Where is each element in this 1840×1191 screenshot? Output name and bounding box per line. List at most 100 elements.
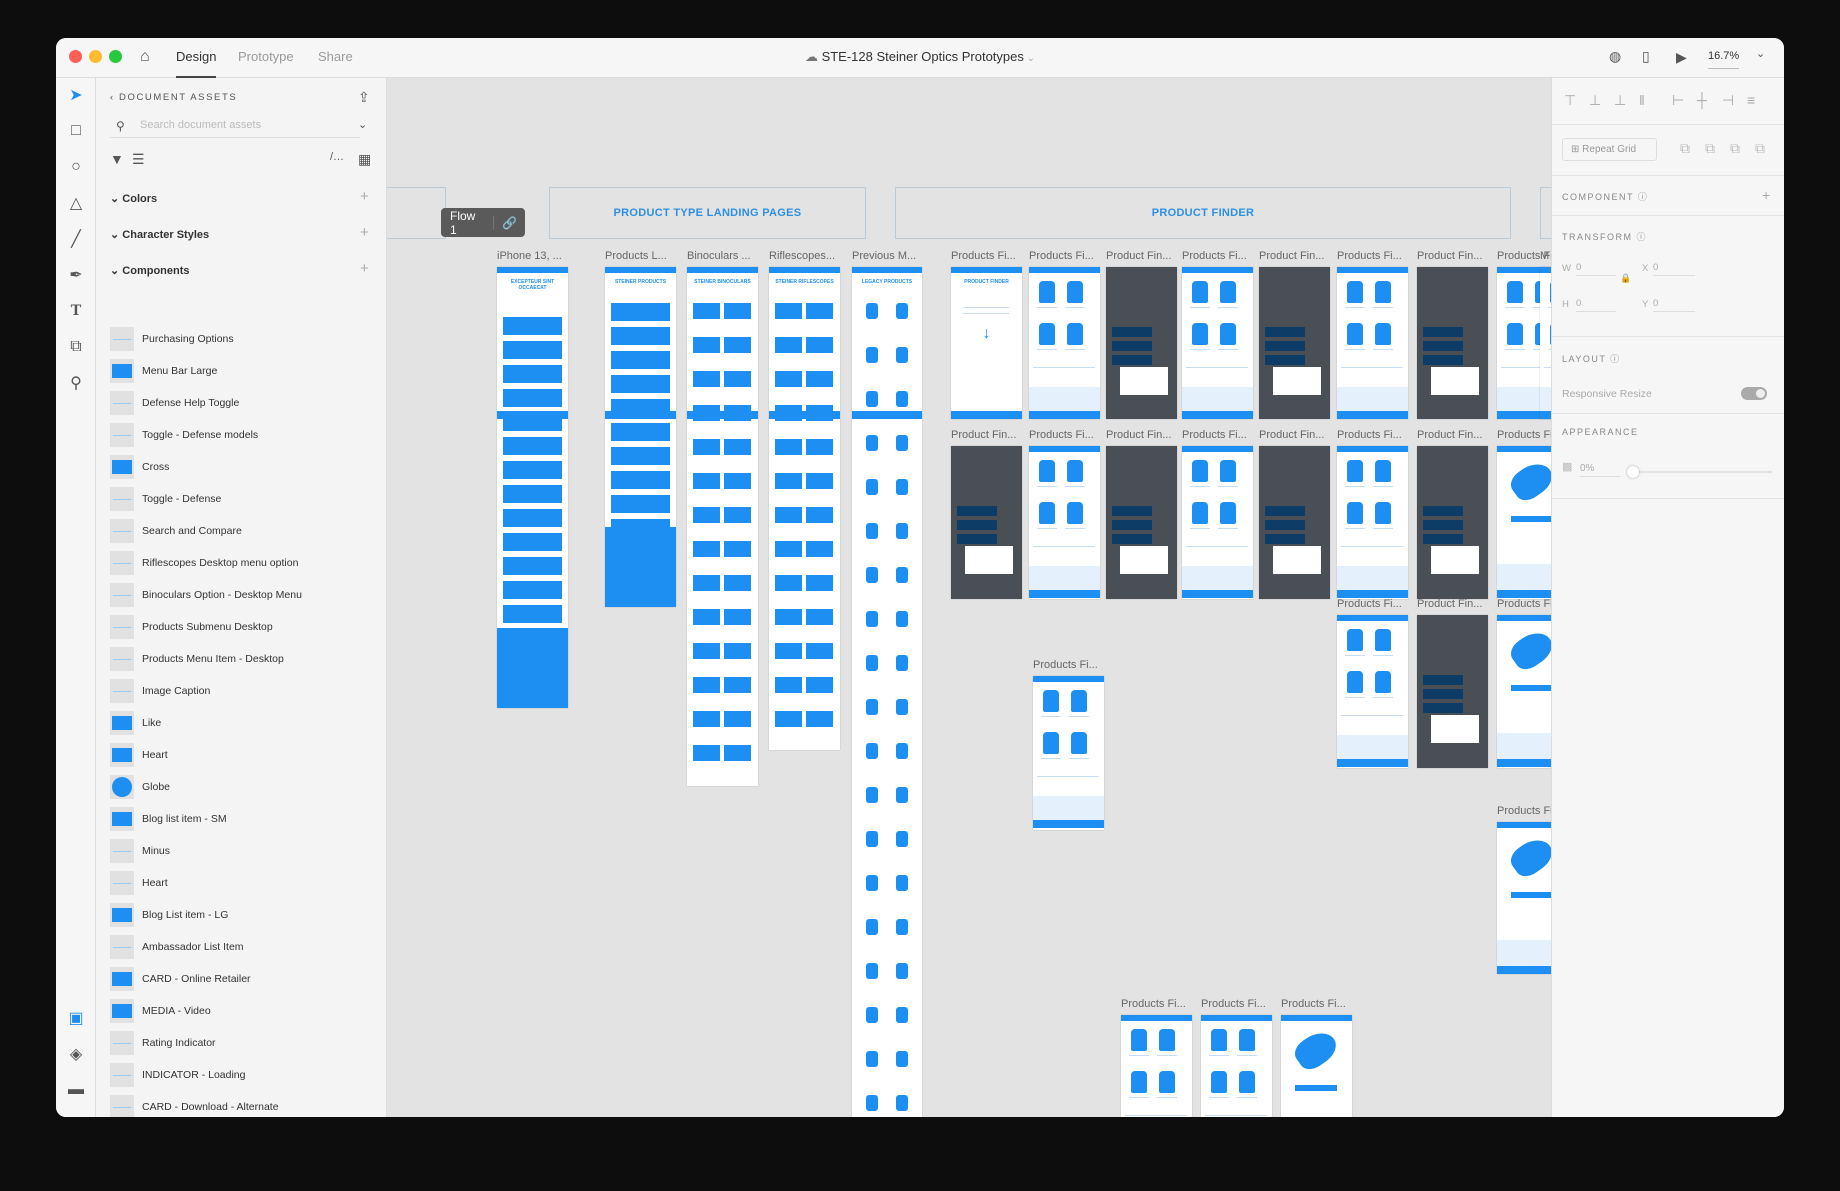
repeat-grid-button[interactable]: ⊞ Repeat Grid (1562, 138, 1657, 161)
grid-view-icon[interactable]: ▦ (358, 152, 371, 166)
artboard[interactable] (1029, 267, 1100, 419)
x-field[interactable]: 0 (1653, 262, 1695, 276)
export-icon[interactable]: ⇪ (358, 90, 370, 104)
zoom-level[interactable]: 16.7% (1708, 51, 1740, 69)
line-tool-icon[interactable]: ╱ (66, 229, 86, 249)
artboard[interactable] (1497, 615, 1551, 768)
artboard-label[interactable]: Product Fin... (1259, 429, 1324, 441)
component-item[interactable]: CARD - Download - Alternate (110, 1094, 370, 1117)
artboard[interactable] (1182, 267, 1253, 419)
artboard-label[interactable]: Products Fi... (1029, 429, 1094, 441)
group-product-finder[interactable]: PRODUCT FINDER (895, 187, 1511, 239)
artboard[interactable] (1337, 267, 1408, 419)
artboard[interactable]: STEINER RIFLESCOPES (769, 267, 840, 750)
opacity-field[interactable]: 0% (1580, 463, 1620, 477)
group-partial[interactable] (1540, 187, 1551, 239)
device-preview-icon[interactable]: ▯ (1642, 49, 1650, 63)
artboard[interactable] (1029, 446, 1100, 599)
align-icon[interactable]: ≡ (1747, 93, 1755, 107)
flow-badge[interactable]: Flow 1 🔗 (441, 208, 525, 237)
text-tool-icon[interactable]: T (66, 301, 86, 321)
component-item[interactable]: Minus (110, 838, 370, 864)
user-icon[interactable]: ◍ (1609, 49, 1621, 63)
component-item[interactable]: Image Caption (110, 678, 370, 704)
component-item[interactable]: Products Submenu Desktop (110, 614, 370, 640)
search-options-chevron-icon[interactable]: ⌄ (358, 120, 367, 131)
sort-icon[interactable]: ☰ (132, 152, 145, 166)
component-item[interactable]: Defense Help Toggle (110, 390, 370, 416)
component-item[interactable]: Blog List item - LG (110, 902, 370, 928)
artboard-label[interactable]: Products Fi... (1337, 429, 1402, 441)
artboard-label[interactable]: Previous M... (852, 250, 916, 262)
colors-section[interactable]: ⌄ Colors (110, 192, 157, 205)
artboard[interactable] (1121, 1015, 1192, 1117)
artboard[interactable] (1497, 822, 1551, 974)
artboard[interactable] (1281, 1015, 1352, 1117)
artboard[interactable]: PRODUCT FINDER ↓ (951, 267, 1022, 419)
artboard[interactable] (1259, 267, 1330, 419)
artboard[interactable] (1417, 267, 1488, 419)
component-item[interactable]: Blog list item - SM (110, 806, 370, 832)
align-icon[interactable]: ⊤ (1564, 93, 1576, 107)
pen-tool-icon[interactable]: ✒ (66, 265, 86, 285)
artboard[interactable] (951, 446, 1022, 599)
artboard-label[interactable]: Product Fin... (1417, 598, 1482, 610)
component-item[interactable]: MEDIA - Video (110, 998, 370, 1024)
artboard[interactable] (1033, 676, 1104, 830)
artboard[interactable]: EXCEPTEUR SINT OCCAECAT (497, 267, 568, 708)
artboard[interactable] (1106, 267, 1177, 419)
artboard[interactable]: STEINER PRODUCTS (605, 267, 676, 607)
component-item[interactable]: Rating Indicator (110, 1030, 370, 1056)
component-item[interactable]: Heart (110, 870, 370, 896)
rectangle-tool-icon[interactable]: □ (66, 121, 86, 141)
component-item[interactable]: Ambassador List Item (110, 934, 370, 960)
artboard-label[interactable]: Products Fi... (1497, 429, 1551, 441)
add-component-state-icon[interactable]: + (1762, 188, 1770, 202)
filter-icon[interactable]: ▼ (110, 152, 124, 166)
component-item[interactable]: Riflescopes Desktop menu option (110, 550, 370, 576)
component-item[interactable]: CARD - Online Retailer (110, 966, 370, 992)
align-icon[interactable]: ⊢ (1672, 93, 1684, 107)
artboard-label[interactable]: Products Fi... (1281, 998, 1346, 1010)
artboard-label[interactable]: Products Fi... (1182, 250, 1247, 262)
add-character-style-icon[interactable]: + (360, 224, 369, 241)
artboard-label[interactable]: M (1540, 250, 1549, 262)
artboard-label[interactable]: Products Fi... (1029, 250, 1094, 262)
zoom-tool-icon[interactable]: ⚲ (66, 373, 86, 393)
boolean-exclude-icon[interactable]: ⧉ (1755, 141, 1765, 155)
artboard-group-box[interactable] (387, 187, 446, 239)
artboard-label[interactable]: Product Fin... (1106, 429, 1171, 441)
ellipse-tool-icon[interactable]: ○ (66, 157, 86, 177)
component-item[interactable]: Binoculars Option - Desktop Menu (110, 582, 370, 608)
boolean-intersect-icon[interactable]: ⧉ (1730, 141, 1740, 155)
artboard-label[interactable]: Products Fi... (1033, 659, 1098, 671)
component-item[interactable]: Like (110, 710, 370, 736)
document-title[interactable]: ☁ STE-128 Steiner Optics Prototypes ⌄ (56, 49, 1784, 65)
artboard-label[interactable]: Riflescopes... (769, 250, 835, 262)
add-color-icon[interactable]: + (360, 188, 369, 205)
artboard[interactable] (1182, 446, 1253, 599)
artboard[interactable] (1259, 446, 1330, 599)
artboard-label[interactable]: Products Fi... (1201, 998, 1266, 1010)
group-product-type-landing-pages[interactable]: PRODUCT TYPE LANDING PAGES (549, 187, 866, 239)
component-item[interactable]: Menu Bar Large (110, 358, 370, 384)
component-item[interactable]: Products Menu Item - Desktop (110, 646, 370, 672)
y-field[interactable]: 0 (1653, 298, 1695, 312)
artboard-label[interactable]: Products Fi... (1337, 598, 1402, 610)
artboard[interactable] (1106, 446, 1177, 599)
width-field[interactable]: 0 (1576, 262, 1616, 276)
components-section[interactable]: ⌄ Components (110, 264, 190, 277)
component-item[interactable]: Heart (110, 742, 370, 768)
artboard-label[interactable]: Products Fi... (1182, 429, 1247, 441)
align-icon[interactable]: ⊥ (1589, 93, 1601, 107)
artboard-label[interactable]: Products Fi... (1337, 250, 1402, 262)
character-styles-section[interactable]: ⌄ Character Styles (110, 228, 209, 241)
artboard[interactable]: LEGACY PRODUCTS (852, 267, 922, 1117)
component-item[interactable]: Toggle - Defense models (110, 422, 370, 448)
boolean-add-icon[interactable]: ⧉ (1680, 141, 1690, 155)
add-component-icon[interactable]: + (360, 260, 369, 277)
component-item[interactable]: Search and Compare (110, 518, 370, 544)
polygon-tool-icon[interactable]: △ (66, 193, 86, 213)
play-icon[interactable]: ▶ (1676, 50, 1687, 64)
align-icon[interactable]: ⊥ (1614, 93, 1626, 107)
